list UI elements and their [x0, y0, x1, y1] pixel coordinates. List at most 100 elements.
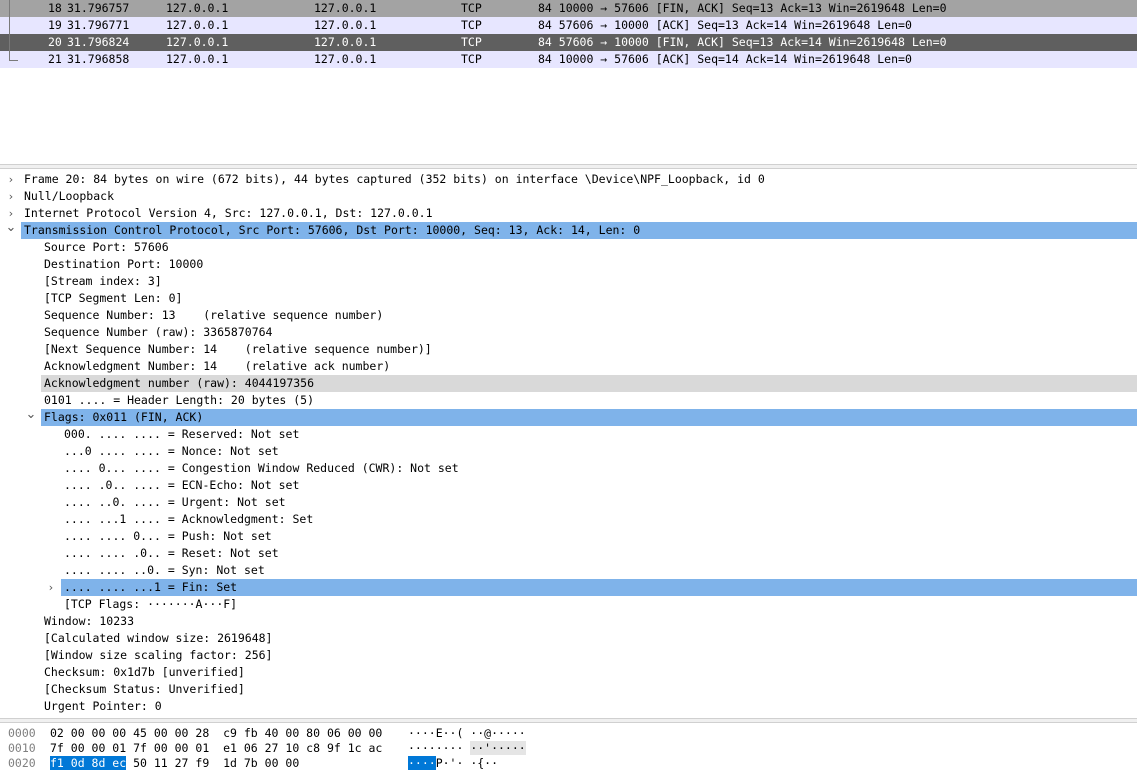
hex-row: 0020 f1 0d 8d ec 50 11 27 f9 1d 7b 00 00 ·…: [0, 756, 1137, 771]
related-packet-line: [9, 34, 10, 51]
tree-item-label: Destination Port: 10000: [44, 257, 204, 271]
tree-item[interactable]: .... ..0. .... = Urgent: Not set: [0, 494, 1137, 511]
packet-info: 84 57606 → 10000 [FIN, ACK] Seq=13 Ack=1…: [538, 35, 947, 49]
ascii-bytes[interactable]: ········ ··'·····: [408, 741, 526, 756]
packet-details-tree: › Frame 20: 84 bytes on wire (672 bits), …: [0, 169, 1137, 717]
tree-item[interactable]: [TCP Flags: ·······A···F]: [0, 596, 1137, 613]
related-packet-line-end: [9, 51, 18, 61]
tree-item[interactable]: [Calculated window size: 2619648]: [0, 630, 1137, 647]
tree-item-label: [TCP Flags: ·······A···F]: [64, 597, 238, 611]
hex-bytes-selected[interactable]: f1 0d 8d ec: [50, 756, 127, 770]
tree-item[interactable]: Source Port: 57606: [0, 239, 1137, 256]
tree-item[interactable]: Destination Port: 10000: [0, 256, 1137, 273]
hex-bytes-rest[interactable]: 7f 00 00 01 7f 00 00 01 e1 06 27 10 c8 9…: [50, 741, 382, 755]
packet-list: 18 31.796757 127.0.0.1 127.0.0.1 TCP 84 10000…: [0, 0, 1137, 165]
tree-item[interactable]: .... .... 0... = Push: Not set: [0, 528, 1137, 545]
tree-item-label: .... ...1 .... = Acknowledgment: Set: [64, 512, 314, 526]
packet-info: 84 10000 → 57606 [FIN, ACK] Seq=13 Ack=1…: [538, 1, 947, 15]
packet-no: 19: [48, 18, 62, 32]
ascii-bytes[interactable]: ····P·'· ·{··: [408, 756, 498, 771]
tree-item[interactable]: › .... .... ...1 = Fin: Set: [0, 579, 1137, 596]
related-packet-line: [9, 17, 10, 34]
tree-item[interactable]: Checksum: 0x1d7b [unverified]: [0, 664, 1137, 681]
tree-item[interactable]: 0101 .... = Header Length: 20 bytes (5): [0, 392, 1137, 409]
packet-source: 127.0.0.1: [166, 52, 229, 66]
hex-row: 0000 02 00 00 00 45 00 00 28 c9 fb 40 00 …: [0, 726, 1137, 741]
ascii-bytes-rest[interactable]: ····E··( ··@·····: [408, 726, 526, 740]
tree-item[interactable]: › Internet Protocol Version 4, Src: 127.0…: [0, 205, 1137, 222]
ascii-bytes-related[interactable]: ··'·····: [470, 741, 526, 755]
tree-item[interactable]: Window: 10233: [0, 613, 1137, 630]
packet-protocol: TCP: [461, 35, 482, 49]
hex-offset: 0020: [8, 756, 36, 770]
tree-item[interactable]: ...0 .... .... = Nonce: Not set: [0, 443, 1137, 460]
tree-item-label: Transmission Control Protocol, Src Port:…: [24, 223, 641, 237]
chevron-right-icon[interactable]: ›: [5, 171, 17, 188]
tree-item[interactable]: Acknowledgment number (raw): 4044197356: [0, 375, 1137, 392]
chevron-right-icon[interactable]: ›: [45, 579, 57, 596]
tree-item-label: Window: 10233: [44, 614, 135, 628]
ascii-bytes[interactable]: ····E··( ··@·····: [408, 726, 526, 741]
packet-row[interactable]: 20 31.796824 127.0.0.1 127.0.0.1 TCP 84 57606…: [0, 34, 1137, 51]
tree-item-label: Frame 20: 84 bytes on wire (672 bits), 4…: [24, 172, 765, 186]
tree-item[interactable]: › Frame 20: 84 bytes on wire (672 bits), …: [0, 171, 1137, 188]
packet-no: 20: [48, 35, 62, 49]
chevron-down-icon[interactable]: ⌄: [25, 408, 37, 426]
hex-offset: 0010: [8, 741, 36, 755]
tree-item[interactable]: ⌄ Transmission Control Protocol, Src Port…: [0, 221, 1137, 239]
packet-row[interactable]: 19 31.796771 127.0.0.1 127.0.0.1 TCP 84 57606…: [0, 17, 1137, 34]
hex-bytes[interactable]: f1 0d 8d ec 50 11 27 f9 1d 7b 00 00: [50, 756, 299, 771]
pane-splitter-bottom[interactable]: [0, 718, 1137, 723]
ascii-bytes-selected[interactable]: ····: [408, 756, 436, 770]
tree-item[interactable]: Urgent Pointer: 0: [0, 698, 1137, 715]
packet-source: 127.0.0.1: [166, 1, 229, 15]
tree-item[interactable]: Sequence Number: 13 (relative sequence n…: [0, 307, 1137, 324]
tree-item-label: .... 0... .... = Congestion Window Reduc…: [64, 461, 459, 475]
tree-item-label: Acknowledgment Number: 14 (relative ack …: [44, 359, 391, 373]
hex-bytes[interactable]: 02 00 00 00 45 00 00 28 c9 fb 40 00 80 0…: [50, 726, 382, 741]
tree-item[interactable]: › Null/Loopback: [0, 188, 1137, 205]
hex-offset: 0000: [8, 726, 36, 740]
packet-bytes-pane: 0000 02 00 00 00 45 00 00 28 c9 fb 40 00 …: [0, 724, 1137, 778]
packet-destination: 127.0.0.1: [314, 35, 377, 49]
packet-protocol: TCP: [461, 52, 482, 66]
tree-item[interactable]: [TCP Segment Len: 0]: [0, 290, 1137, 307]
tree-item[interactable]: .... ...1 .... = Acknowledgment: Set: [0, 511, 1137, 528]
chevron-down-icon[interactable]: ⌄: [5, 221, 17, 239]
tree-item[interactable]: .... .... .0.. = Reset: Not set: [0, 545, 1137, 562]
packet-protocol: TCP: [461, 1, 482, 15]
tree-item-label: [Checksum Status: Unverified]: [44, 682, 245, 696]
packet-row[interactable]: 18 31.796757 127.0.0.1 127.0.0.1 TCP 84 10000…: [0, 0, 1137, 17]
tree-item[interactable]: .... .... ..0. = Syn: Not set: [0, 562, 1137, 579]
hex-bytes-rest[interactable]: 50 11 27 f9 1d 7b 00 00: [126, 756, 299, 770]
tree-item-label: [Calculated window size: 2619648]: [44, 631, 273, 645]
tree-item-label: 0101 .... = Header Length: 20 bytes (5): [44, 393, 315, 407]
tree-item[interactable]: .... .0.. .... = ECN-Echo: Not set: [0, 477, 1137, 494]
tree-item[interactable]: [Checksum Status: Unverified]: [0, 681, 1137, 698]
chevron-right-icon[interactable]: ›: [5, 188, 17, 205]
tree-item-label: .... ..0. .... = Urgent: Not set: [64, 495, 286, 509]
tree-item[interactable]: [Stream index: 3]: [0, 273, 1137, 290]
tree-item-label: .... .... 0... = Push: Not set: [64, 529, 272, 543]
tree-item[interactable]: [Next Sequence Number: 14 (relative sequ…: [0, 341, 1137, 358]
ascii-bytes-rest[interactable]: P·'· ·{··: [436, 756, 498, 770]
ascii-bytes-rest[interactable]: ········: [408, 741, 470, 755]
tree-item-label: Checksum: 0x1d7b [unverified]: [44, 665, 245, 679]
tree-item[interactable]: Sequence Number (raw): 3365870764: [0, 324, 1137, 341]
packet-row[interactable]: 21 31.796858 127.0.0.1 127.0.0.1 TCP 84 10000…: [0, 51, 1137, 68]
hex-bytes[interactable]: 7f 00 00 01 7f 00 00 01 e1 06 27 10 c8 9…: [50, 741, 382, 756]
tree-item-label: .... .... ...1 = Fin: Set: [64, 580, 238, 594]
hex-row: 0010 7f 00 00 01 7f 00 00 01 e1 06 27 10 …: [0, 741, 1137, 756]
tree-item[interactable]: ⌄ Flags: 0x011 (FIN, ACK): [0, 408, 1137, 426]
tree-item-label: [Window size scaling factor: 256]: [44, 648, 273, 662]
tree-item-label: 000. .... .... = Reserved: Not set: [64, 427, 300, 441]
hex-bytes-rest[interactable]: 02 00 00 00 45 00 00 28 c9 fb 40 00 80 0…: [50, 726, 382, 740]
tree-item-label: .... .0.. .... = ECN-Echo: Not set: [64, 478, 300, 492]
tree-item[interactable]: [Window size scaling factor: 256]: [0, 647, 1137, 664]
tree-item[interactable]: .... 0... .... = Congestion Window Reduc…: [0, 460, 1137, 477]
tree-item[interactable]: 000. .... .... = Reserved: Not set: [0, 426, 1137, 443]
tree-item[interactable]: Acknowledgment Number: 14 (relative ack …: [0, 358, 1137, 375]
packet-source: 127.0.0.1: [166, 35, 229, 49]
tree-item-label: Acknowledgment number (raw): 4044197356: [44, 376, 315, 390]
packet-time: 31.796771: [67, 18, 130, 32]
